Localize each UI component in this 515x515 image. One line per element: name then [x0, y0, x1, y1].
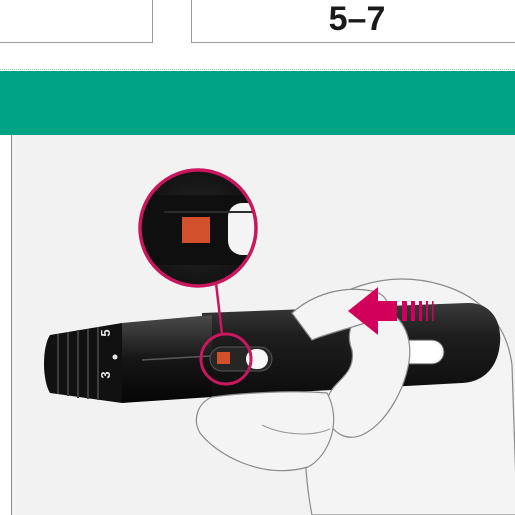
instruction-illustration: 5 3 [11, 135, 515, 515]
hand-lower-fingers [196, 392, 333, 471]
dotted-divider [0, 69, 515, 70]
zoom-callout [132, 170, 314, 286]
header-right-cell: 5–7 [191, 0, 515, 43]
depth-mark-5: 5 [98, 329, 113, 336]
depth-mark-dot [113, 355, 118, 360]
header-left-cell [0, 0, 153, 43]
indicator-square [217, 352, 230, 364]
depth-range-label: 5–7 [192, 2, 515, 36]
header-band [0, 71, 515, 135]
depth-mark-3: 3 [98, 371, 113, 378]
zoom-indicator-square [182, 217, 210, 243]
